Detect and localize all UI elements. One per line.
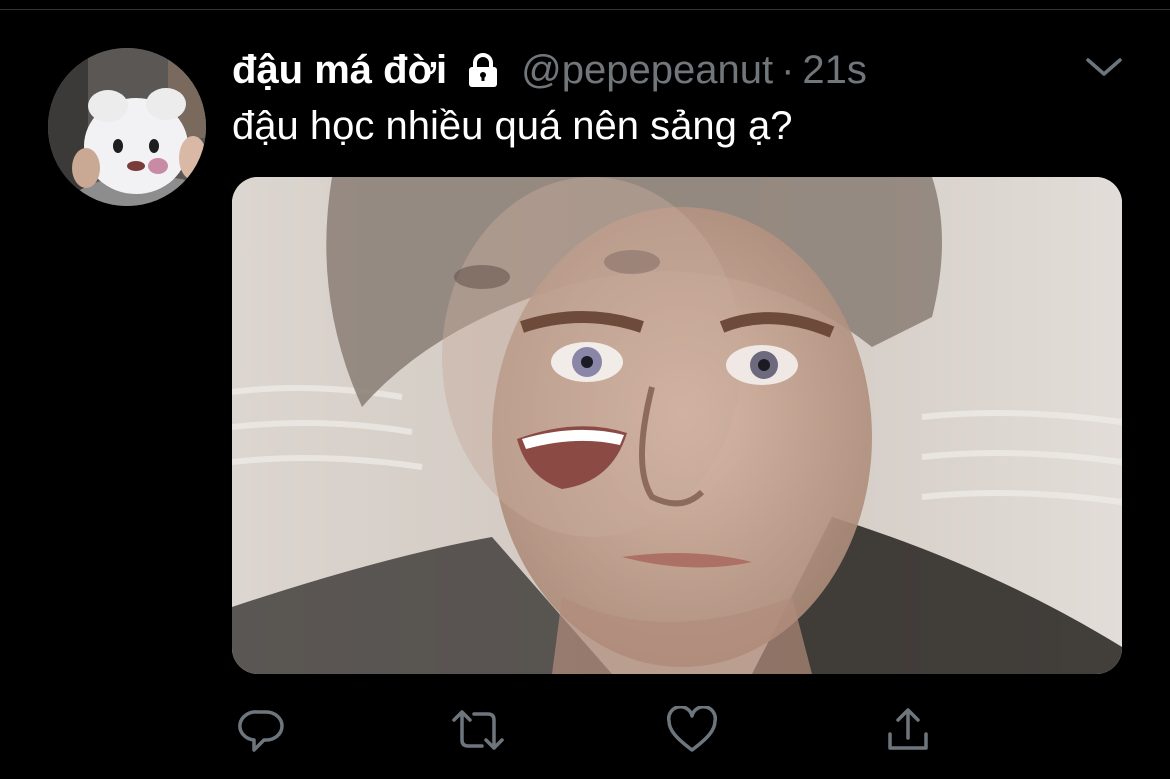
heart-icon xyxy=(666,706,718,752)
avatar[interactable] xyxy=(48,48,206,206)
tweet-text: đậu học nhiều quá nên sảng ạ? xyxy=(232,104,793,148)
action-bar xyxy=(0,702,1170,758)
display-name[interactable]: đậu má đời xyxy=(232,48,447,93)
chevron-down-icon[interactable] xyxy=(1084,52,1124,84)
avatar-image xyxy=(48,48,206,206)
share-icon xyxy=(888,708,928,750)
timestamp[interactable]: 21s xyxy=(802,48,867,93)
lock-icon xyxy=(463,50,503,90)
share-button[interactable] xyxy=(880,702,936,758)
like-button[interactable] xyxy=(664,702,720,758)
tweet-header: đậu má đời @pepepeanut · 21s xyxy=(232,42,867,98)
reply-button[interactable] xyxy=(234,702,290,758)
top-divider xyxy=(0,9,1170,10)
reply-icon xyxy=(238,710,284,752)
tweet-photo[interactable] xyxy=(232,177,1122,674)
separator-dot: · xyxy=(781,47,795,92)
retweet-icon xyxy=(452,710,504,750)
user-handle[interactable]: @pepepeanut xyxy=(521,48,773,93)
retweet-button[interactable] xyxy=(450,702,506,758)
